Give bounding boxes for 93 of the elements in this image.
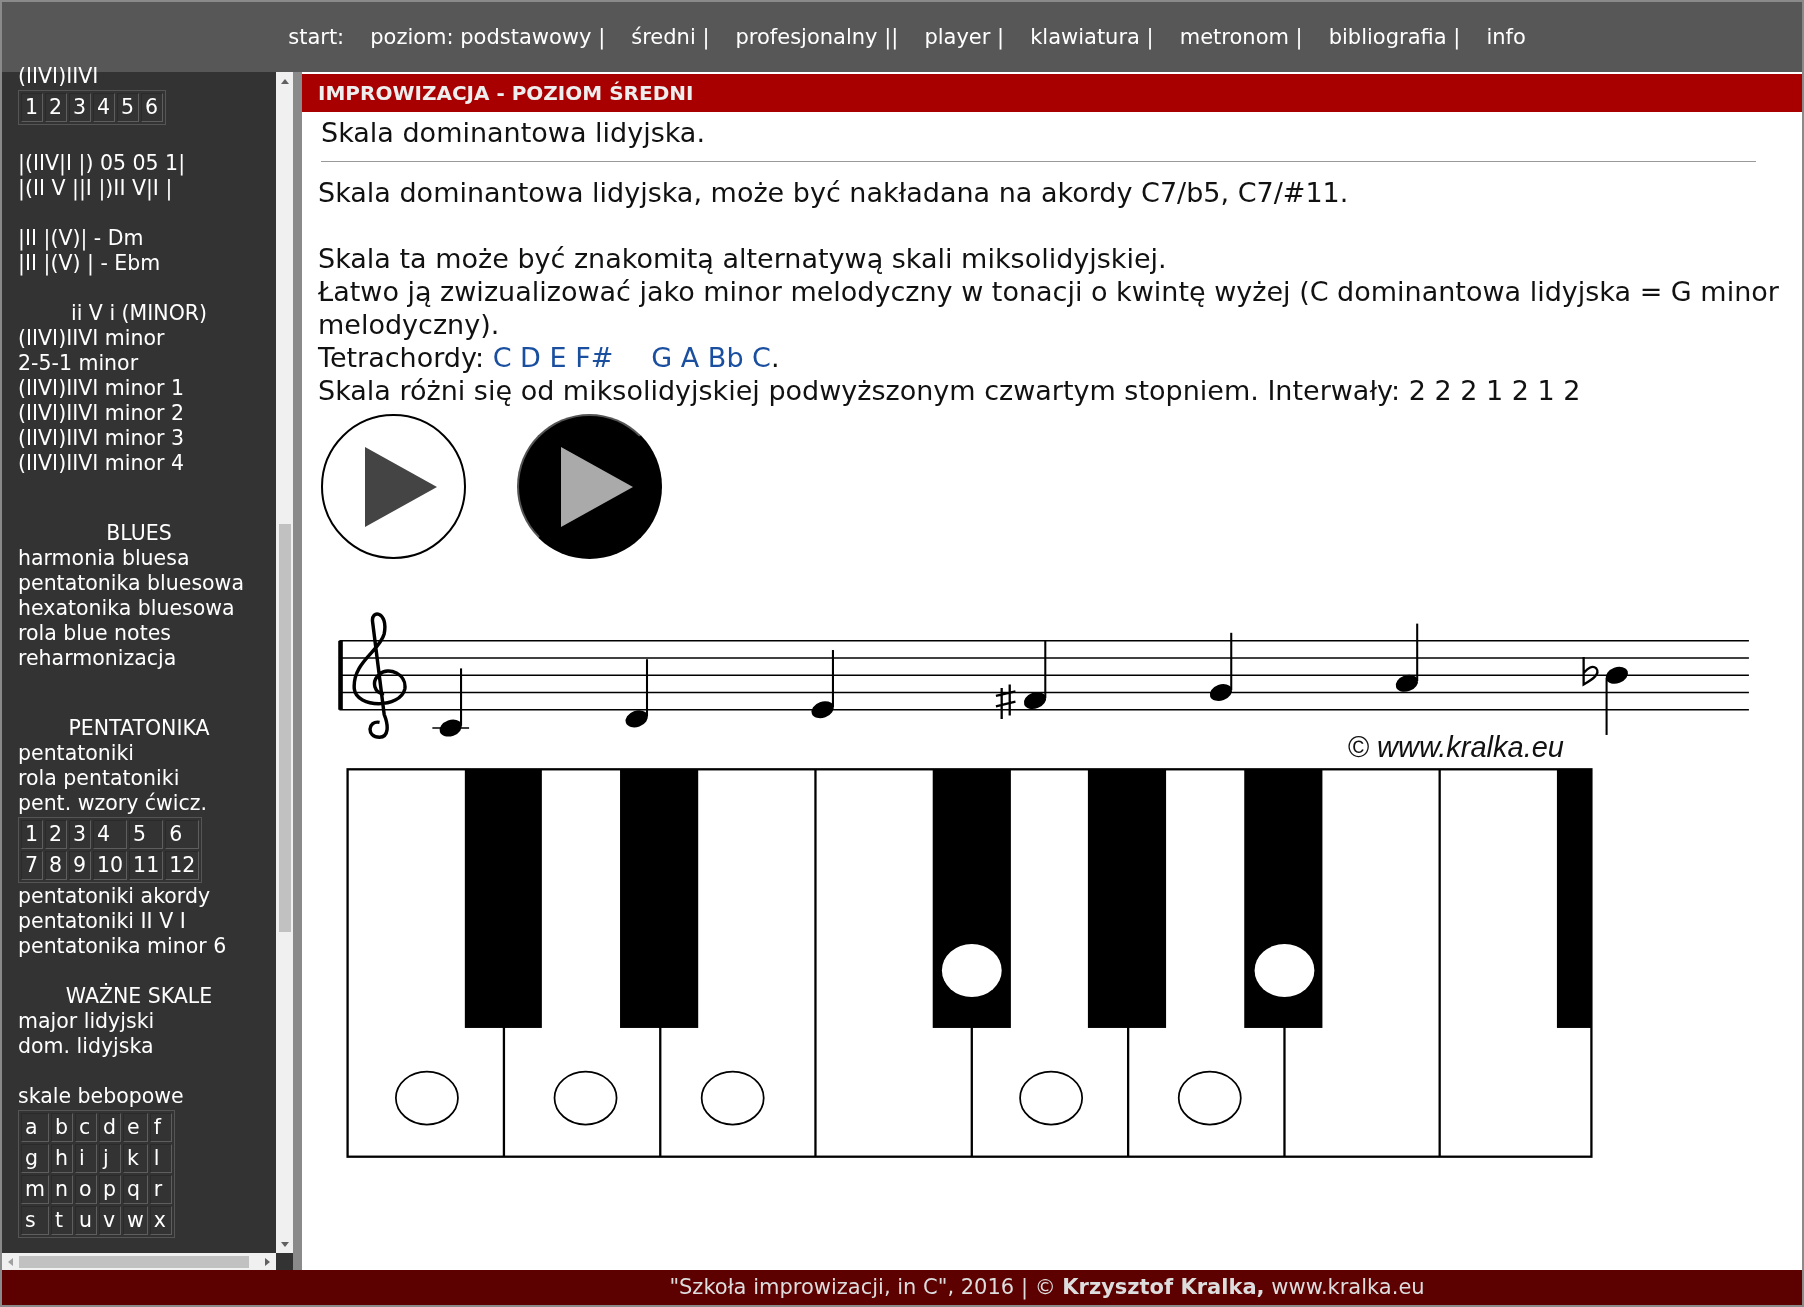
grid-link[interactable]: 9: [69, 851, 91, 880]
nav-link[interactable]: bibliografia |: [1328, 25, 1461, 49]
section-title: Skala dominantowa lidyjska.: [320, 116, 706, 150]
sidebar-link[interactable]: (IIVI)IIVI minor 3: [18, 426, 276, 451]
sidebar-link[interactable]: reharmonizacja: [18, 646, 276, 671]
footer-text: "Szkoła improwizacji, in C", 2016 | © Krzysztof Kralka, www.kralka.eu: [2, 1270, 1802, 1305]
horizontal-scrollbar[interactable]: [2, 1253, 276, 1270]
nav-link[interactable]: poziom: podstawowy |: [370, 25, 606, 49]
grid-link[interactable]: v: [99, 1206, 121, 1235]
sidebar-link[interactable]: pentatonika minor 6: [18, 934, 276, 959]
grid-link[interactable]: 1: [21, 93, 43, 122]
sidebar-link[interactable]: hexatonika bluesowa: [18, 596, 276, 621]
nav-link[interactable]: średni |: [631, 25, 710, 49]
grid-link[interactable]: q: [123, 1175, 148, 1204]
sidebar-link[interactable]: (IIVI)IIVI: [18, 64, 276, 89]
sidebar-link[interactable]: major lidyjski: [18, 1009, 276, 1034]
grid-link[interactable]: x: [149, 1206, 172, 1235]
grid-link[interactable]: f: [149, 1113, 172, 1142]
sidebar-link[interactable]: (IIVI)IIVI minor 4: [18, 451, 276, 476]
grid-link[interactable]: n: [51, 1175, 73, 1204]
grid-link[interactable]: u: [75, 1206, 97, 1235]
sidebar-heading: PENTATONIKA: [67, 716, 211, 741]
grid-link[interactable]: s: [21, 1206, 49, 1235]
sidebar-heading: BLUES: [105, 521, 173, 546]
grid-link[interactable]: 3: [69, 93, 91, 122]
grid-link[interactable]: a: [21, 1113, 49, 1142]
sidebar-link[interactable]: (IIVI)IIVI minor 2: [18, 401, 276, 426]
paragraph-text: Łatwo ją zwizualizować jako minor melodyczny w tonacji o kwintę wyżej (C dominantowa lidyjska = G minor melodyczny).: [318, 275, 1780, 341]
grid-link[interactable]: 3: [69, 820, 91, 849]
sidebar-link[interactable]: pent. wzory ćwicz.: [18, 791, 276, 816]
sidebar-link[interactable]: rola blue notes: [18, 621, 276, 646]
grid-link[interactable]: d: [99, 1113, 121, 1142]
note-link[interactable]: C D E F#: [492, 342, 614, 373]
sidebar-link[interactable]: harmonia bluesa: [18, 546, 276, 571]
sidebar-link[interactable]: (IIVI)IIVI minor 1: [18, 376, 276, 401]
sidebar-link[interactable]: |II |(V) | - Ebm: [18, 251, 276, 276]
sidebar-heading: ii V i (MINOR): [69, 301, 209, 326]
grid-link[interactable]: 8: [45, 851, 67, 880]
page-title-bar: IMPROWIZACJA - POZIOM ŚREDNI: [302, 74, 1802, 112]
grid-link[interactable]: 5: [117, 93, 139, 122]
grid-link[interactable]: 1: [21, 820, 43, 849]
sidebar-link[interactable]: pentatoniki: [18, 741, 276, 766]
grid-link[interactable]: 5: [129, 820, 164, 849]
sidebar-link[interactable]: |II |(V)| - Dm: [18, 226, 276, 251]
grid-link[interactable]: m: [21, 1175, 49, 1204]
sidebar-link[interactable]: skale bebopowe: [18, 1084, 276, 1109]
grid-link[interactable]: h: [51, 1144, 73, 1173]
paragraph-text: Skala dominantowa lidyjska, może być nakładana na akordy C7/b5, C7/#11.: [318, 176, 1350, 209]
sidebar-link[interactable]: pentatoniki II V I: [18, 909, 276, 934]
sidebar-link[interactable]: |(II V ||I |)II V|I |: [18, 176, 276, 201]
grid-link[interactable]: 2: [45, 820, 67, 849]
grid-link[interactable]: l: [149, 1144, 172, 1173]
nav-label: start:: [288, 25, 345, 49]
grid-link[interactable]: p: [99, 1175, 121, 1204]
sidebar-link[interactable]: (IIVI)IIVI minor: [18, 326, 276, 351]
sidebar-link[interactable]: |(IIV|I |) 05 05 1|: [18, 151, 276, 176]
grid-link[interactable]: 12: [165, 851, 200, 880]
grid-link[interactable]: b: [51, 1113, 73, 1142]
sidebar-link[interactable]: dom. lidyjska: [18, 1034, 276, 1059]
nav-link[interactable]: player |: [924, 25, 1005, 49]
grid-link[interactable]: r: [149, 1175, 172, 1204]
grid-link[interactable]: 6: [141, 93, 163, 122]
paragraph-text: Skala różni się od miksolidyjskiej podwyższonym czwartym stopniem. Interwały: 2 2 2 1 2 1 2: [318, 374, 1582, 407]
vertical-scrollbar[interactable]: [276, 72, 293, 1253]
grid-link[interactable]: w: [123, 1206, 148, 1235]
grid-link[interactable]: t: [51, 1206, 73, 1235]
grid-link[interactable]: j: [99, 1144, 121, 1173]
sidebar-link[interactable]: pentatonika bluesowa: [18, 571, 276, 596]
nav-link[interactable]: klawiatura |: [1030, 25, 1154, 49]
grid-link[interactable]: k: [123, 1144, 148, 1173]
sidebar-heading: WAŻNE SKALE: [64, 984, 214, 1009]
paragraph-text: Skala ta może być znakomitą alternatywą skali miksolidyjskiej.: [318, 242, 1168, 275]
grid-link[interactable]: 11: [129, 851, 164, 880]
grid-link[interactable]: i: [75, 1144, 97, 1173]
grid-link[interactable]: 4: [93, 820, 128, 849]
nav-link[interactable]: info: [1486, 25, 1526, 49]
nav-link[interactable]: profesjonalny ||: [735, 25, 899, 49]
sidebar-link[interactable]: rola pentatoniki: [18, 766, 276, 791]
grid-link[interactable]: 7: [21, 851, 43, 880]
nav-link[interactable]: metronom |: [1179, 25, 1303, 49]
grid-link[interactable]: o: [75, 1175, 97, 1204]
sidebar-link[interactable]: pentatoniki akordy: [18, 884, 276, 909]
grid-link[interactable]: 2: [45, 93, 67, 122]
grid-link[interactable]: 4: [93, 93, 115, 122]
grid-link[interactable]: e: [123, 1113, 148, 1142]
grid-link[interactable]: g: [21, 1144, 49, 1173]
sidebar-link[interactable]: 2-5-1 minor: [18, 351, 276, 376]
grid-link[interactable]: 10: [93, 851, 128, 880]
copyright-text: © www.kralka.eu: [1347, 731, 1564, 763]
grid-link[interactable]: c: [75, 1113, 97, 1142]
note-link[interactable]: G A Bb C: [651, 342, 771, 373]
grid-link[interactable]: 6: [165, 820, 200, 849]
tetrachord-text: Tetrachordy: C D E F# G A Bb C.: [318, 341, 781, 374]
